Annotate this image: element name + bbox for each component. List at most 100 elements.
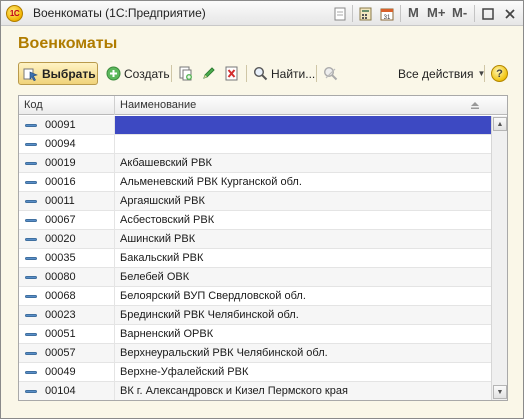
item-element-icon xyxy=(25,351,37,355)
select-button[interactable]: Выбрать xyxy=(18,62,98,85)
item-element-icon xyxy=(25,199,37,203)
table-row[interactable]: 00011 Аргаяшский РВК xyxy=(19,192,491,211)
all-actions-menu[interactable]: Все действия ▼ xyxy=(398,62,485,85)
scroll-down-icon[interactable]: ▼ xyxy=(493,385,507,399)
command-bar: Выбрать Создать Найти... Все действия ▼ … xyxy=(18,62,508,86)
cell-name: Варненский ОРВК xyxy=(120,328,214,340)
code-value: 00019 xyxy=(45,157,76,169)
cell-name: Верхнеуральский РВК Челябинской обл. xyxy=(120,347,328,359)
copy-button[interactable] xyxy=(178,62,195,85)
code-value: 00080 xyxy=(45,271,76,283)
cell-name xyxy=(115,116,491,134)
pencil-icon xyxy=(201,66,216,82)
cell-name: ВК г. Александровск и Кизел Пермского кр… xyxy=(120,385,348,397)
copy-icon xyxy=(178,66,193,82)
delete-button[interactable] xyxy=(224,62,241,85)
item-element-icon xyxy=(25,332,37,336)
list-table: Код Наименование 00091 00094 00019 Акбашевс… xyxy=(18,95,508,401)
table-header: Код Наименование xyxy=(19,96,507,115)
item-element-icon xyxy=(25,180,37,184)
help-button[interactable]: ? xyxy=(491,65,508,82)
calculator-icon[interactable] xyxy=(356,4,374,23)
cell-code: 00011 xyxy=(19,192,115,210)
item-element-icon xyxy=(25,123,37,127)
code-value: 00016 xyxy=(45,176,76,188)
table-row[interactable]: 00051 Варненский ОРВК xyxy=(19,325,491,344)
code-value: 00091 xyxy=(45,119,76,131)
table-row[interactable]: 00068 Белоярский ВУП Свердловской обл. xyxy=(19,287,491,306)
all-actions-label: Все действия xyxy=(398,66,474,81)
cell-code: 00019 xyxy=(19,154,115,172)
cell-name: Брединский РВК Челябинской обл. xyxy=(120,309,299,321)
cell-code: 00057 xyxy=(19,344,115,362)
item-element-icon xyxy=(25,294,37,298)
table-row[interactable]: 00104 ВК г. Александровск и Кизел Пермско… xyxy=(19,382,491,400)
item-element-icon xyxy=(25,389,37,393)
find-button[interactable]: Найти... xyxy=(252,62,315,85)
document-icon[interactable] xyxy=(331,4,349,23)
code-value: 00068 xyxy=(45,290,76,302)
table-row[interactable]: 00035 Бакальский РВК xyxy=(19,249,491,268)
cell-name: Альменевский РВК Курганской обл. xyxy=(120,176,302,188)
memory-subtract-button[interactable]: M- xyxy=(452,5,467,20)
code-value: 00020 xyxy=(45,233,76,245)
svg-text:31: 31 xyxy=(384,15,391,21)
cell-code: 00067 xyxy=(19,211,115,229)
cell-code: 00049 xyxy=(19,363,115,381)
code-value: 00067 xyxy=(45,214,76,226)
table-row[interactable]: 00067 Асбестовский РВК xyxy=(19,211,491,230)
code-value: 00057 xyxy=(45,347,76,359)
column-header-code[interactable]: Код xyxy=(19,96,115,115)
cancel-search-button[interactable] xyxy=(323,62,340,85)
cell-code: 00068 xyxy=(19,287,115,305)
item-element-icon xyxy=(25,313,37,317)
cell-name: Аргаяшский РВК xyxy=(120,195,205,207)
table-row[interactable]: 00023 Брединский РВК Челябинской обл. xyxy=(19,306,491,325)
cell-code: 00091 xyxy=(19,116,115,134)
table-row[interactable]: 00019 Акбашевский РВК xyxy=(19,154,491,173)
create-label: Создать xyxy=(124,66,170,81)
sort-ascending-icon[interactable] xyxy=(470,101,480,110)
code-value: 00094 xyxy=(45,138,76,150)
memory-add-button[interactable]: M+ xyxy=(427,5,445,20)
cell-code: 00051 xyxy=(19,325,115,343)
app-logo-icon: 1С xyxy=(6,5,23,22)
item-element-icon xyxy=(25,142,37,146)
edit-button[interactable] xyxy=(201,62,218,85)
vertical-scrollbar[interactable]: ▲ ▼ xyxy=(491,116,507,400)
item-element-icon xyxy=(25,370,37,374)
cell-code: 00080 xyxy=(19,268,115,286)
column-header-name[interactable]: Наименование xyxy=(115,96,490,115)
table-row[interactable]: 00091 xyxy=(19,116,491,135)
find-label: Найти... xyxy=(271,66,316,81)
maximize-icon[interactable] xyxy=(479,4,497,23)
table-row[interactable]: 00057 Верхнеуральский РВК Челябинской обл… xyxy=(19,344,491,363)
add-icon xyxy=(105,66,121,82)
table-row[interactable]: 00016 Альменевский РВК Курганской обл. xyxy=(19,173,491,192)
help-icon: ? xyxy=(496,67,503,80)
memory-store-button[interactable]: M xyxy=(408,5,419,20)
cell-name: Верхне-Уфалейский РВК xyxy=(120,366,249,378)
create-button[interactable]: Создать xyxy=(105,62,170,85)
app-logo-text: 1С xyxy=(9,9,20,18)
cell-code: 00020 xyxy=(19,230,115,248)
table-row[interactable]: 00080 Белебей ОВК xyxy=(19,268,491,287)
cell-code: 00035 xyxy=(19,249,115,267)
code-value: 00049 xyxy=(45,366,76,378)
table-row[interactable]: 00020 Ашинский РВК xyxy=(19,230,491,249)
code-value: 00035 xyxy=(45,252,76,264)
cell-name: Белебей ОВК xyxy=(120,271,190,283)
close-icon[interactable] xyxy=(501,4,519,23)
code-value: 00104 xyxy=(45,385,76,397)
item-element-icon xyxy=(25,275,37,279)
main-window: 1С Военкоматы (1С:Предприятие) 31 M M+ M… xyxy=(0,0,524,419)
window-title: Военкоматы (1С:Предприятие) xyxy=(33,6,206,20)
title-bar: 1С Военкоматы (1С:Предприятие) 31 M M+ M… xyxy=(1,1,523,26)
calendar-icon[interactable]: 31 xyxy=(378,4,396,23)
table-row[interactable]: 00049 Верхне-Уфалейский РВК xyxy=(19,363,491,382)
item-element-icon xyxy=(25,237,37,241)
search-icon xyxy=(252,66,268,82)
scroll-up-icon[interactable]: ▲ xyxy=(493,117,507,131)
cell-code: 00104 xyxy=(19,382,115,400)
table-row[interactable]: 00094 xyxy=(19,135,491,154)
